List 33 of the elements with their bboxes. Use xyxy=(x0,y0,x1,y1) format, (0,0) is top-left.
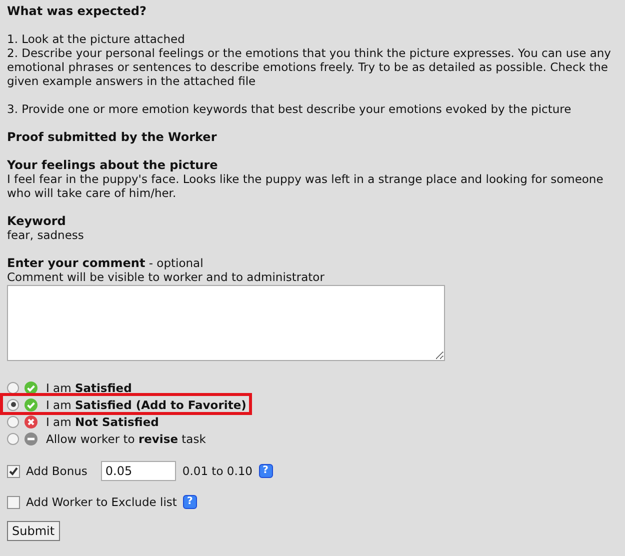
field-value: I feel fear in the puppy's face. Looks like the puppy was left in a strange place and looking for someone who will take care of him/her. xyxy=(7,172,604,200)
submit-button[interactable]: Submit xyxy=(7,521,60,541)
comment-label: Enter your comment - optional xyxy=(7,256,204,270)
option-label: I am Satisfied (Add to Favorite) xyxy=(46,398,246,412)
section-heading: What was expected? xyxy=(7,4,148,18)
cross-icon xyxy=(24,414,38,428)
help-icon[interactable]: ? xyxy=(258,464,272,478)
radio-button[interactable] xyxy=(7,432,19,444)
bonus-field[interactable]: 0.05 xyxy=(101,461,176,481)
exclude-label: Add Worker to Exclude list xyxy=(26,495,177,509)
field-label: Your feelings about the picture xyxy=(7,158,219,172)
bonus-range: 0.01 to 0.10 xyxy=(182,464,252,478)
checkbox[interactable] xyxy=(7,496,20,508)
comment-field[interactable] xyxy=(7,285,445,361)
minus-icon xyxy=(24,432,38,446)
radio-button[interactable] xyxy=(7,416,19,428)
field-value: fear, sadness xyxy=(7,228,85,242)
instruction-step: 1. Look at the picture attached xyxy=(7,32,618,46)
section-heading: Proof submitted by the Worker xyxy=(7,130,218,144)
field-label: Keyword xyxy=(7,214,67,228)
checkbox[interactable] xyxy=(7,464,20,478)
check-icon xyxy=(24,398,38,412)
radio-button[interactable] xyxy=(7,382,19,394)
comment-hint: Comment will be visible to worker and to administrator xyxy=(7,270,326,284)
check-icon xyxy=(24,380,38,394)
help-icon[interactable]: ? xyxy=(182,495,197,509)
option-label: I am Satisfied xyxy=(46,380,132,394)
option-label: Allow worker to revise task xyxy=(46,432,206,446)
instruction-step: 2. Describe your personal feelings or the emotions that you think the picture expresses. You can use any emotional phrases or sentences to describe emotions freely. Try to be as detailed as possible. Check the given example answers in the attached file xyxy=(7,46,618,88)
instruction-step: 3. Provide one or more emotion keywords that best describe your emotions evoked by the picture xyxy=(7,102,618,116)
radio-button[interactable] xyxy=(7,398,19,410)
bonus-label: Add Bonus xyxy=(26,464,88,478)
option-label: I am Not Satisfied xyxy=(46,414,159,428)
